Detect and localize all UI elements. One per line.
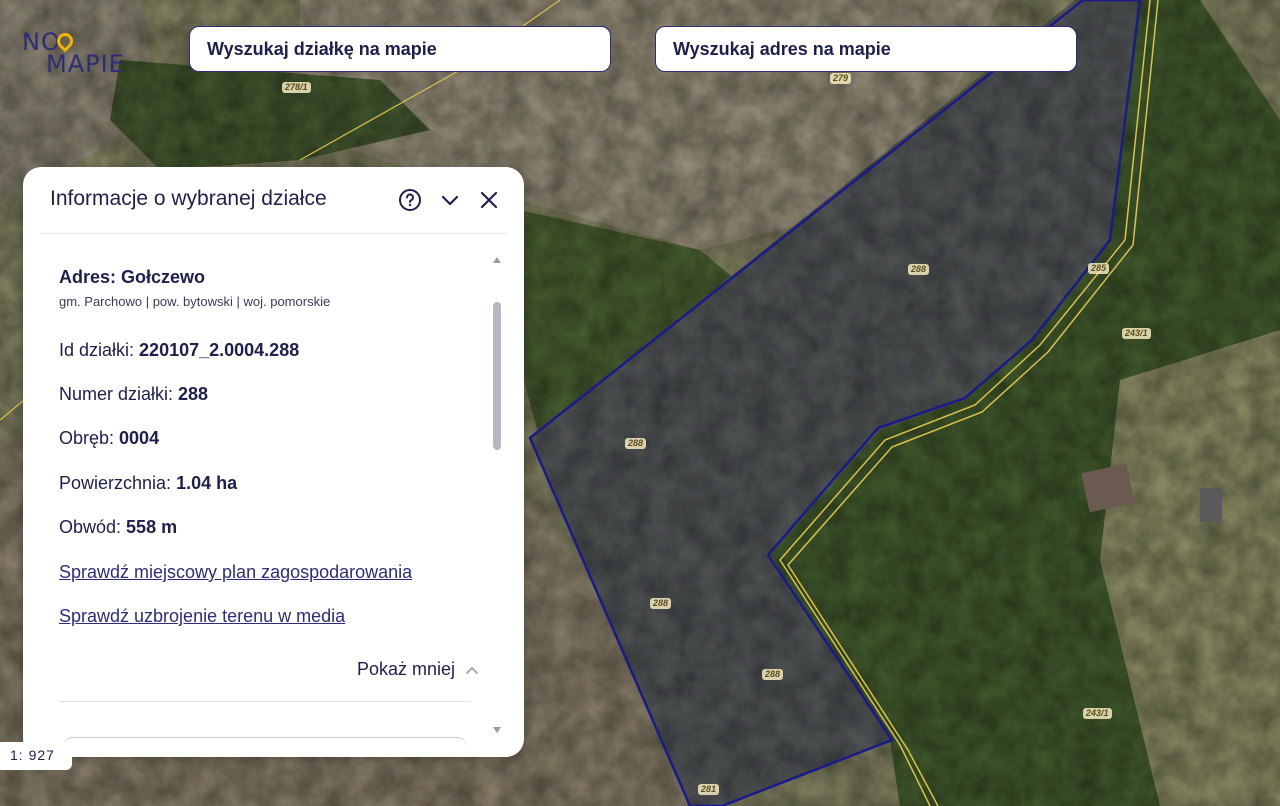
precinct-row: Obręb: 0004	[59, 428, 159, 449]
parcel-number-label: 288	[908, 264, 930, 275]
scrollbar-thumb[interactable]	[493, 302, 501, 450]
chevron-up-icon	[466, 666, 478, 674]
zoning-plan-link[interactable]: Sprawdź miejscowy plan zagospodarowania	[59, 562, 412, 583]
address-subtitle: gm. Parchowo | pow. bytowski | woj. pomo…	[59, 294, 331, 309]
content-divider	[59, 701, 471, 702]
parcel-number-label: 243/1	[1122, 328, 1151, 339]
address-search-placeholder: Wyszukaj adres na mapie	[673, 38, 891, 59]
parcel-number-label: 288	[625, 438, 647, 449]
panel-header: Informacje o wybranej działce	[23, 167, 524, 233]
address-title: Adres: Gołczewo	[59, 267, 206, 287]
parcel-number-label: 279	[830, 73, 852, 84]
parcel-number-label: 288	[762, 669, 784, 680]
scroll-up-arrow[interactable]	[493, 257, 501, 263]
field-value: 558 m	[126, 517, 178, 537]
next-section-edge	[63, 737, 467, 757]
parcel-number-row: Numer działki: 288	[59, 384, 208, 405]
field-label: Id działki:	[59, 340, 140, 360]
collapse-button[interactable]	[437, 187, 463, 213]
show-less-label: Pokaż mniej	[356, 659, 455, 679]
field-label: Powierzchnia:	[59, 473, 177, 493]
field-value: 220107_2.0004.288	[139, 340, 300, 360]
field-label: Obręb:	[59, 428, 120, 448]
help-button[interactable]	[397, 187, 423, 213]
parcel-number-label: 288	[650, 598, 672, 609]
field-value: 0004	[119, 428, 160, 448]
field-label: Numer działki:	[59, 384, 179, 404]
header-divider	[40, 233, 507, 234]
show-less-button[interactable]: Pokaż mniej	[357, 659, 479, 680]
parcel-number-label: 278/1	[282, 82, 311, 93]
field-value: 1.04 ha	[176, 473, 238, 493]
field-label: Obwód:	[59, 517, 127, 537]
utilities-link[interactable]: Sprawdź uzbrojenie terenu w media	[59, 606, 345, 627]
app-logo[interactable]: NO MAPIE	[22, 28, 152, 80]
address-search-input[interactable]: Wyszukaj adres na mapie	[655, 26, 1077, 72]
parcel-search-placeholder: Wyszukaj działkę na mapie	[207, 38, 437, 59]
scroll-down-arrow[interactable]	[493, 727, 501, 733]
close-icon	[480, 191, 498, 209]
map-scale: 1: 927	[0, 742, 72, 770]
parcel-number-label: 285	[1088, 263, 1110, 274]
perimeter-row: Obwód: 558 m	[59, 517, 177, 538]
panel-content: Adres: Gołczewo gm. Parchowo | pow. byto…	[59, 267, 479, 679]
panel-title: Informacje o wybranej działce	[50, 187, 327, 210]
chevron-down-icon	[441, 195, 459, 206]
logo-text-bottom: MAPIE	[46, 50, 125, 78]
area-row: Powierzchnia: 1.04 ha	[59, 473, 237, 494]
field-value: 288	[178, 384, 209, 404]
parcel-number-label: 243/1	[1083, 708, 1112, 719]
parcel-id-row: Id działki: 220107_2.0004.288	[59, 340, 299, 361]
help-icon	[399, 189, 421, 211]
parcel-info-panel: Informacje o wybranej działce Adres: Goł…	[23, 167, 524, 757]
close-button[interactable]	[476, 187, 502, 213]
parcel-number-label: 281	[698, 784, 720, 795]
parcel-search-input[interactable]: Wyszukaj działkę na mapie	[189, 26, 611, 72]
